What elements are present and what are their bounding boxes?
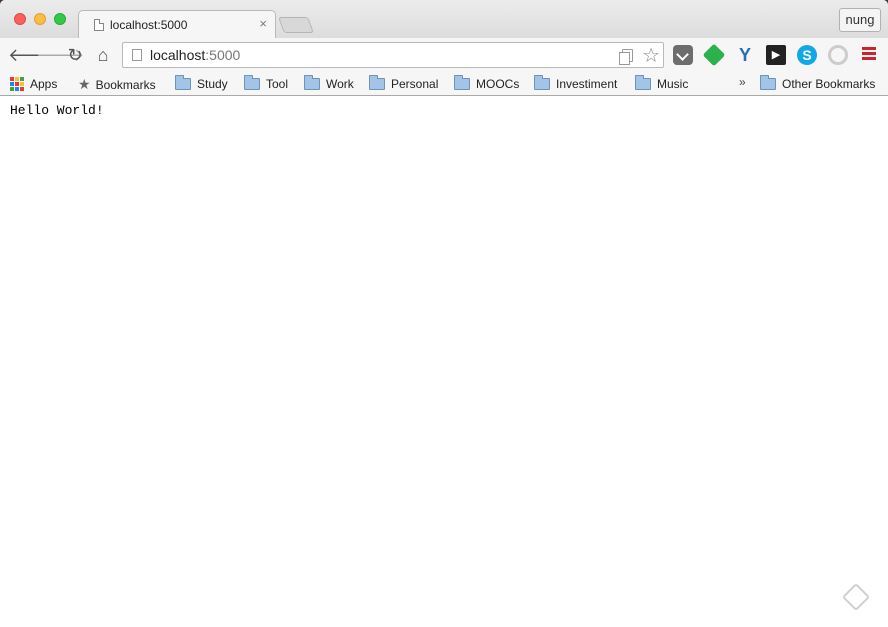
new-tab-button[interactable] <box>278 17 314 33</box>
y-extension-icon[interactable]: Y <box>735 45 755 65</box>
folder-icon <box>454 74 470 90</box>
toolbar: 🡐 🡒 ↻ ⌂ localhost:5000 ☆ Y ▶ S <box>0 38 888 72</box>
url-text[interactable]: localhost:5000 <box>150 47 240 63</box>
folder-icon <box>760 74 776 90</box>
bookmark-label: Tool <box>266 77 289 91</box>
bookmark-label: Bookmarks <box>95 78 156 92</box>
bookmark-label: Study <box>197 77 228 91</box>
forward-arrow-icon[interactable]: 🡒 <box>36 44 84 66</box>
feedly-corner-icon[interactable] <box>841 582 871 612</box>
bookmark-label: Work <box>326 77 354 91</box>
bookmark-label: Music <box>657 77 689 91</box>
browser-window: localhost:5000 × nung 🡐 🡒 ↻ ⌂ localhost:… <box>0 0 888 627</box>
reload-icon[interactable]: ↻ <box>64 44 86 66</box>
bookmark-folder-music[interactable]: Music <box>635 74 689 93</box>
ring-extension-icon[interactable] <box>828 45 848 65</box>
home-icon[interactable]: ⌂ <box>92 44 114 66</box>
star-icon: ★ <box>78 76 91 92</box>
bookmark-star-icon[interactable]: ☆ <box>642 43 660 68</box>
bookmarks-bar: Apps ★ Bookmarks Study Tool Work Personal… <box>0 72 888 96</box>
address-bar[interactable]: localhost:5000 ☆ <box>122 42 664 68</box>
bookmark-folder-work[interactable]: Work <box>304 74 354 93</box>
folder-icon <box>304 74 320 90</box>
close-window-button[interactable] <box>14 13 26 25</box>
bookmark-folder-study[interactable]: Study <box>175 74 228 93</box>
maximize-window-button[interactable] <box>54 13 66 25</box>
apps-grid-icon <box>10 76 24 91</box>
bookmark-label: Other Bookmarks <box>782 77 876 91</box>
title-bar: localhost:5000 × nung <box>0 0 888 38</box>
page-icon <box>132 49 142 61</box>
folder-icon <box>534 74 550 90</box>
bookmark-label: MOOCs <box>476 77 520 91</box>
menu-icon[interactable] <box>862 47 876 63</box>
page-icon <box>94 19 104 31</box>
tab-close-icon[interactable]: × <box>259 16 267 31</box>
bookmarks-overflow-button[interactable]: » <box>739 75 746 89</box>
bookmark-other-bookmarks[interactable]: Other Bookmarks <box>760 74 876 93</box>
tab-localhost[interactable]: localhost:5000 × <box>78 10 276 38</box>
tab-title: localhost:5000 <box>110 18 188 32</box>
bookmark-folder-moocs[interactable]: MOOCs <box>454 74 520 93</box>
skype-extension-icon[interactable]: S <box>797 45 817 65</box>
page-content: Hello World! <box>0 97 888 627</box>
profile-button[interactable]: nung <box>839 8 881 32</box>
bookmark-folder-personal[interactable]: Personal <box>369 74 439 93</box>
bookmark-label: Investiment <box>556 77 618 91</box>
bookmark-apps[interactable]: Apps <box>10 75 57 93</box>
back-arrow-icon[interactable]: 🡐 <box>8 44 56 66</box>
bookmark-folder-tool[interactable]: Tool <box>244 74 289 93</box>
minimize-window-button[interactable] <box>34 13 46 25</box>
page-text: Hello World! <box>10 103 104 118</box>
folder-icon <box>244 74 260 90</box>
folder-icon <box>369 74 385 90</box>
bookmark-label: Personal <box>391 77 439 91</box>
play-extension-icon[interactable]: ▶ <box>766 45 786 65</box>
bookmark-label: Apps <box>30 77 58 91</box>
bookmark-folder-investiment[interactable]: Investiment <box>534 74 618 93</box>
copy-icon[interactable] <box>619 49 633 65</box>
folder-icon <box>635 74 651 90</box>
folder-icon <box>175 74 191 90</box>
url-port: :5000 <box>205 47 241 63</box>
feedly-extension-icon[interactable] <box>702 43 726 67</box>
url-host: localhost <box>150 47 206 63</box>
pocket-extension-icon[interactable] <box>673 45 693 65</box>
bookmark-bookmarks[interactable]: ★ Bookmarks <box>78 75 156 93</box>
